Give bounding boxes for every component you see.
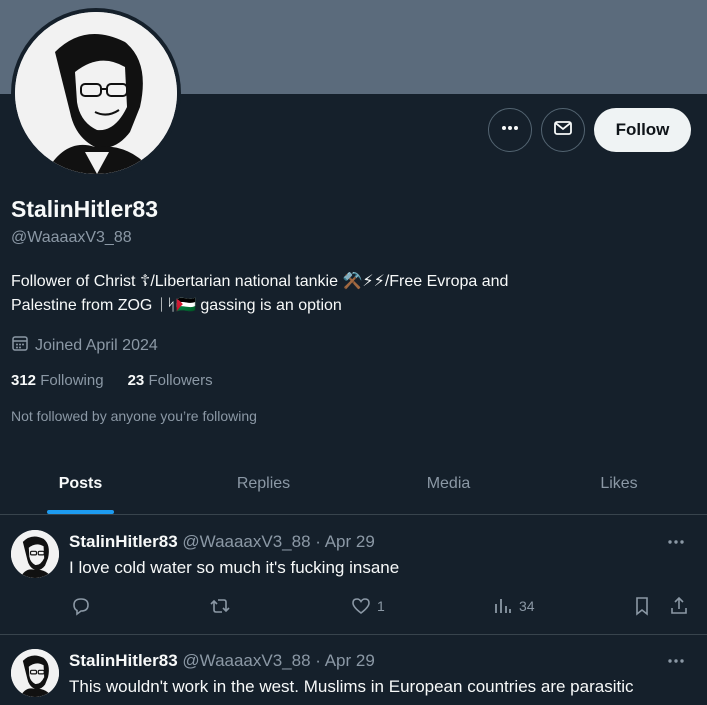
tab-media[interactable]: Media — [366, 453, 531, 514]
post-meta[interactable]: @WaaaaxV3_88 · Apr 29 — [182, 532, 374, 551]
profile-stats: 312 Following 23 Followers — [11, 372, 213, 389]
views-button[interactable]: 34 — [493, 596, 535, 616]
more-icon — [500, 118, 520, 143]
views-icon — [495, 599, 511, 613]
tab-replies[interactable]: Replies — [161, 453, 366, 514]
post-text: I love cold water so much it's fucking i… — [69, 558, 400, 577]
not-followed-text: Not followed by anyone you’re following — [11, 408, 257, 424]
reply-icon — [73, 598, 89, 616]
join-date: Joined April 2024 — [11, 334, 158, 357]
following-label: Following — [40, 372, 104, 389]
following-count: 312 — [11, 372, 37, 389]
tab-label: Replies — [236, 474, 291, 492]
join-date-text: Joined April 2024 — [35, 336, 158, 354]
post-header: StalinHitler83 @WaaaaxV3_88 · Apr 29 — [69, 651, 375, 671]
like-button[interactable]: 1 — [351, 596, 385, 616]
mail-icon — [553, 118, 573, 143]
heart-icon — [352, 598, 370, 615]
repost-button[interactable] — [209, 596, 231, 616]
profile-name: StalinHitler83 — [11, 196, 158, 222]
reply-button[interactable] — [71, 596, 91, 616]
more-icon — [668, 659, 684, 663]
share-icon — [671, 596, 687, 614]
tab-posts[interactable]: Posts — [0, 453, 161, 514]
bio-line: Palestine from ZOG ᛁᛋ🇵🇸 gassing is an op… — [11, 297, 342, 314]
post-more-button[interactable] — [666, 651, 686, 676]
repost-icon — [210, 599, 230, 613]
post-avatar[interactable] — [11, 649, 59, 697]
following-link[interactable]: 312 Following — [11, 372, 104, 389]
post-text: This wouldn't work in the west. Muslims … — [69, 677, 634, 696]
post-more-button[interactable] — [666, 532, 686, 557]
post-item[interactable]: StalinHitler83 @WaaaaxV3_88 · Apr 29 I l… — [0, 516, 707, 635]
more-icon — [668, 540, 684, 544]
share-button[interactable] — [669, 596, 689, 616]
post-author-name[interactable]: StalinHitler83 — [69, 651, 178, 670]
calendar-icon — [11, 334, 29, 357]
tab-label: Posts — [58, 474, 103, 492]
post-item[interactable]: StalinHitler83 @WaaaaxV3_88 · Apr 29 Thi… — [0, 635, 707, 705]
view-count: 34 — [519, 598, 535, 614]
followers-count: 23 — [127, 372, 145, 389]
profile-avatar[interactable] — [11, 8, 181, 178]
post-avatar[interactable] — [11, 530, 59, 578]
tab-likes[interactable]: Likes — [531, 453, 707, 514]
more-options-button[interactable] — [488, 108, 532, 152]
bookmark-button[interactable] — [632, 596, 652, 616]
profile-bio: Follower of Christ ☦/Libertarian nationa… — [11, 270, 651, 318]
like-count: 1 — [377, 598, 385, 614]
post-meta[interactable]: @WaaaaxV3_88 · Apr 29 — [182, 651, 374, 670]
bookmark-icon — [636, 597, 648, 616]
message-button[interactable] — [541, 108, 585, 152]
follow-button[interactable]: Follow — [594, 108, 691, 152]
bio-line: Follower of Christ ☦/Libertarian nationa… — [11, 273, 509, 290]
followers-label: Followers — [148, 372, 213, 389]
post-header: StalinHitler83 @WaaaaxV3_88 · Apr 29 — [69, 532, 375, 552]
post-author-name[interactable]: StalinHitler83 — [69, 532, 178, 551]
active-tab-indicator — [47, 510, 114, 514]
post-actions: 1 34 — [69, 596, 699, 620]
tab-label: Likes — [600, 474, 638, 492]
tab-label: Media — [426, 474, 471, 492]
followers-link[interactable]: 23 Followers — [128, 372, 213, 389]
profile-handle: @WaaaaxV3_88 — [11, 229, 132, 246]
profile-tabs: Posts Replies Media Likes — [0, 453, 707, 515]
